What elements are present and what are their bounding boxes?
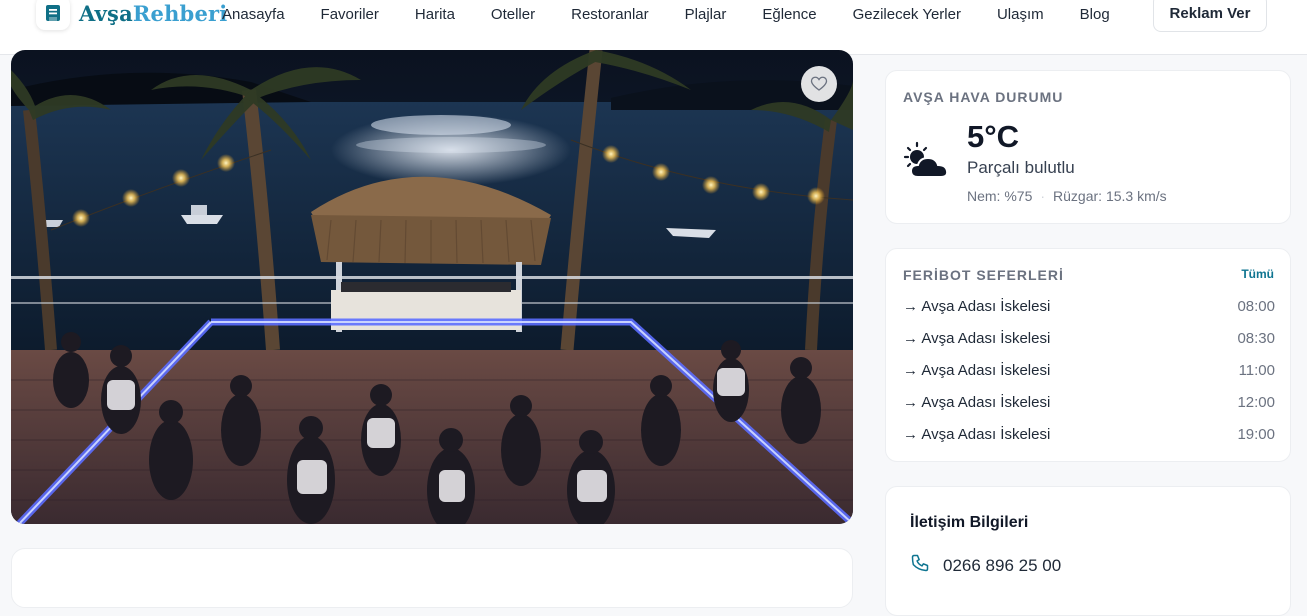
phone-link[interactable]: 0266 896 25 00 (910, 553, 1061, 578)
ferry-row[interactable]: → Avşa Adası İskelesi 11:00 (903, 362, 1275, 379)
nav-link-eglence[interactable]: Eğlence (744, 6, 834, 23)
ferry-destination: → Avşa Adası İskelesi (903, 362, 1051, 379)
ferry-row[interactable]: → Avşa Adası İskelesi 08:30 (903, 330, 1275, 347)
ferry-row[interactable]: → Avşa Adası İskelesi 08:00 (903, 298, 1275, 315)
ferry-destination: → Avşa Adası İskelesi (903, 394, 1051, 411)
ferry-schedule-card: FERİBOT SEFERLERİ Tümü → Avşa Adası İske… (885, 248, 1291, 462)
ferry-destination: → Avşa Adası İskelesi (903, 426, 1051, 443)
ferry-row[interactable]: → Avşa Adası İskelesi 12:00 (903, 394, 1275, 411)
ferry-time: 19:00 (1237, 426, 1275, 443)
phone-icon (910, 553, 930, 578)
see-all-link[interactable]: Tümü (1241, 267, 1274, 281)
contact-card-title: İletişim Bilgileri (910, 514, 1029, 531)
advertise-button[interactable]: Reklam Ver (1153, 0, 1267, 32)
phone-number: 0266 896 25 00 (943, 555, 1062, 575)
site-logo[interactable]: AvşaRehberi (36, 0, 227, 30)
ferry-time: 11:00 (1238, 362, 1275, 379)
hero-illustration (11, 50, 853, 524)
nav-link-favoriler[interactable]: Favoriler (303, 6, 397, 23)
weather-card-title: AVŞA HAVA DURUMU (903, 89, 1064, 105)
ferry-card-title: FERİBOT SEFERLERİ (903, 267, 1064, 283)
hero-image (11, 50, 853, 524)
ferry-destination: → Avşa Adası İskelesi (903, 298, 1051, 315)
bookmark-book-icon (36, 0, 70, 30)
logo-text-part1: Avşa (79, 0, 133, 26)
nav-link-restoranlar[interactable]: Restoranlar (553, 6, 667, 23)
nav-link-gezilecek-yerler[interactable]: Gezilecek Yerler (835, 6, 979, 23)
nav-link-ulasim[interactable]: Ulaşım (979, 6, 1062, 23)
nav-link-harita[interactable]: Harita (397, 6, 473, 23)
content-card (11, 548, 853, 608)
ferry-destination: → Avşa Adası İskelesi (903, 330, 1051, 347)
ferry-time: 08:30 (1237, 330, 1275, 347)
weather-condition: Parçalı bulutlu (967, 158, 1075, 177)
top-navbar: AvşaRehberi Anasayfa Favoriler Harita Ot… (0, 0, 1307, 55)
weather-card: AVŞA HAVA DURUMU 5°C Parçalı bulutlu Nem… (885, 70, 1291, 224)
heart-outline-icon (810, 75, 828, 93)
ferry-time: 12:00 (1237, 394, 1275, 411)
nav-link-blog[interactable]: Blog (1062, 6, 1128, 23)
nav-link-plajlar[interactable]: Plajlar (667, 6, 745, 23)
meta-separator: · (1040, 188, 1046, 204)
cloud-sun-icon (902, 141, 952, 186)
favorite-button[interactable] (801, 66, 837, 102)
ferry-time: 08:00 (1237, 298, 1275, 315)
contact-card: İletişim Bilgileri 0266 896 25 00 (885, 486, 1291, 616)
wind-speed: Rüzgar: 15.3 km/s (1053, 188, 1167, 204)
weather-meta: Nem: %75 · Rüzgar: 15.3 km/s (967, 188, 1167, 204)
nav-link-oteller[interactable]: Oteller (473, 6, 553, 23)
ferry-row[interactable]: → Avşa Adası İskelesi 19:00 (903, 426, 1275, 443)
humidity: Nem: %75 (967, 188, 1033, 204)
main-menu: Anasayfa Favoriler Harita Oteller Restor… (204, 0, 1128, 32)
temperature: 5°C (967, 119, 1020, 154)
nav-link-anasayfa[interactable]: Anasayfa (204, 6, 303, 23)
